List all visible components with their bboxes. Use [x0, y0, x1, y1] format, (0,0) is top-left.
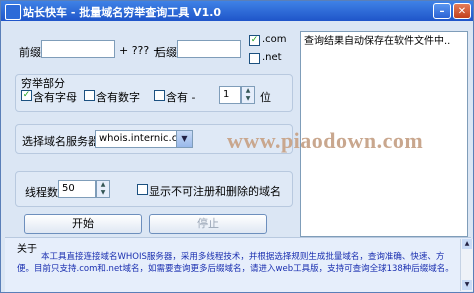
app-window: 站长快车 - 批量域名穷举查询工具 V1.0 – ✕ 前缀 + ??? + 后缀… [0, 0, 474, 293]
prefix-input[interactable] [41, 40, 115, 58]
prefix-label: 前缀 [19, 46, 41, 59]
letters-checkbox[interactable]: ✓ [21, 90, 32, 101]
minimize-icon[interactable]: – [433, 3, 451, 19]
length-unit: 位 [260, 91, 271, 104]
scroll-up-icon[interactable]: ▲ [462, 239, 472, 249]
dash-label: 含有 - [166, 91, 196, 104]
length-stepper[interactable]: ▲ ▼ [241, 86, 255, 104]
spin-up-icon[interactable]: ▲ [97, 181, 109, 189]
net-checkbox[interactable] [249, 53, 260, 64]
close-icon[interactable]: ✕ [453, 3, 471, 19]
digits-label: 含有数字 [96, 91, 140, 104]
length-input[interactable]: 1 [219, 86, 241, 104]
digits-checkbox[interactable] [84, 90, 95, 101]
com-checkbox[interactable]: ✓ [249, 35, 260, 46]
dash-checkbox[interactable] [154, 90, 165, 101]
result-text: 查询结果自动保存在软件文件中.. [304, 36, 451, 47]
about-scrollbar[interactable]: ▲ ▼ [460, 239, 473, 291]
net-label: .net [262, 52, 282, 63]
threads-label: 线程数 [25, 186, 58, 199]
about-section: 关于 本工具直接连接域名WHOIS服务器，采用多线程技术，并根据选择规则生成批量… [5, 237, 471, 292]
show-unregistered-label: 显示不可注册和删除的域名 [149, 185, 281, 198]
threads-input[interactable]: 50 [58, 180, 96, 198]
app-icon [5, 4, 21, 20]
server-label: 选择域名服务器 [22, 135, 99, 148]
spin-down-icon[interactable]: ▼ [97, 189, 109, 197]
com-label: .com [262, 34, 287, 45]
window-title: 站长快车 - 批量域名穷举查询工具 V1.0 [23, 6, 222, 19]
threads-stepper[interactable]: ▲ ▼ [96, 180, 110, 198]
watermark: www.piaodown.com [227, 128, 424, 153]
scroll-down-icon[interactable]: ▼ [462, 280, 472, 290]
start-button[interactable]: 开始 [24, 214, 142, 234]
letters-label: 含有字母 [33, 91, 77, 104]
show-unregistered-checkbox[interactable] [137, 184, 148, 195]
spin-down-icon[interactable]: ▼ [242, 95, 254, 103]
suffix-input[interactable] [177, 40, 241, 58]
suffix-label: 后缀 [155, 46, 177, 59]
spin-up-icon[interactable]: ▲ [242, 87, 254, 95]
title-bar[interactable]: 站长快车 - 批量域名穷举查询工具 V1.0 – ✕ [1, 1, 473, 21]
stop-button[interactable]: 停止 [149, 214, 267, 234]
about-text: 本工具直接连接域名WHOIS服务器，采用多线程技术，并根据选择规则生成批量域名，… [17, 252, 454, 274]
chevron-down-icon[interactable]: ▼ [176, 131, 192, 147]
